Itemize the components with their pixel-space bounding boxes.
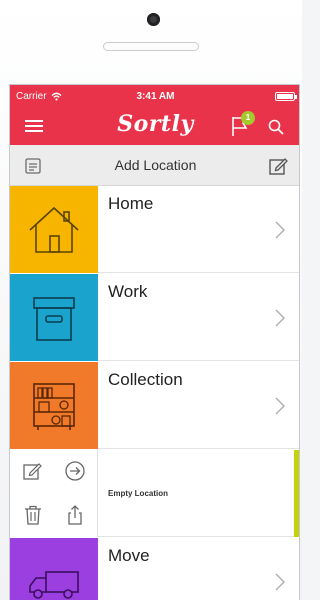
location-row-empty[interactable]: Empty Location <box>10 450 299 537</box>
search-icon[interactable] <box>268 119 284 135</box>
nav-bar: Sortly 1 <box>10 109 299 143</box>
location-thumbnail <box>10 362 98 449</box>
app-logo: Sortly <box>117 111 194 137</box>
status-bar: Carrier 3:41 AM <box>10 91 299 105</box>
location-thumbnail <box>10 274 98 361</box>
house-icon <box>29 206 79 253</box>
edit-icon[interactable] <box>22 460 44 482</box>
chevron-right-icon[interactable] <box>275 309 285 327</box>
location-thumbnail <box>10 186 98 273</box>
app-header: Carrier 3:41 AM Sortly 1 <box>10 85 299 145</box>
location-title: Empty Location <box>108 489 169 498</box>
location-thumbnail <box>10 538 98 600</box>
earpiece-speaker <box>103 42 199 51</box>
location-title: Work <box>108 282 148 301</box>
row-actions-panel <box>10 450 98 537</box>
trash-icon[interactable] <box>22 504 44 526</box>
location-row-home[interactable]: Home <box>10 186 299 273</box>
location-color-tab <box>294 450 299 537</box>
notification-badge[interactable]: 1 <box>241 111 255 125</box>
add-location-button[interactable]: Add Location <box>10 157 299 173</box>
location-title: Home <box>108 194 154 213</box>
app-screen: Carrier 3:41 AM Sortly 1 Add Location Ho… <box>9 84 300 600</box>
add-location-bar: Add Location <box>10 145 299 186</box>
move-arrow-icon[interactable] <box>64 460 86 482</box>
chevron-right-icon[interactable] <box>275 573 285 591</box>
truck-icon <box>29 571 79 599</box>
share-icon[interactable] <box>64 504 86 526</box>
location-title: Collection <box>108 370 183 389</box>
location-row-work[interactable]: Work <box>10 274 299 361</box>
clock: 3:41 AM <box>136 91 175 102</box>
location-title: Move <box>108 546 150 565</box>
box-icon <box>33 297 75 341</box>
battery-icon <box>275 92 297 101</box>
chevron-right-icon[interactable] <box>275 221 285 239</box>
location-row-move[interactable]: Move <box>10 538 299 600</box>
front-camera <box>147 13 160 26</box>
edit-icon[interactable] <box>268 156 288 176</box>
location-row-collection[interactable]: Collection <box>10 362 299 449</box>
chevron-right-icon[interactable] <box>275 397 285 415</box>
bookshelf-icon <box>33 383 75 430</box>
